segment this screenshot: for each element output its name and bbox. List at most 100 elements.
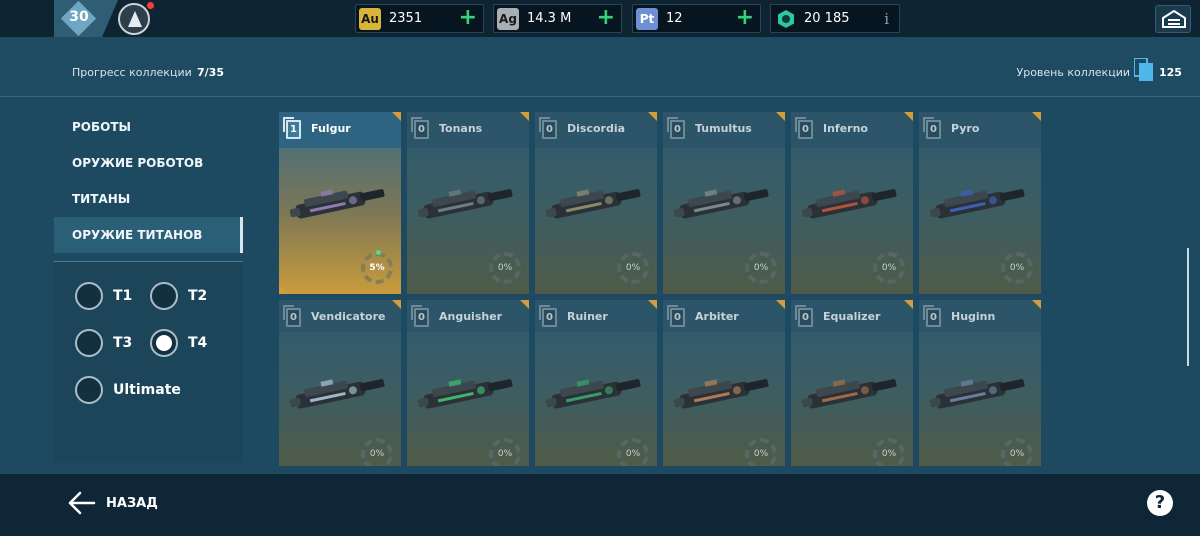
hangar-button[interactable] [1155, 5, 1191, 33]
back-arrow-icon[interactable] [68, 491, 96, 515]
tier-filter-ultimate[interactable]: Ultimate [75, 376, 225, 406]
help-button[interactable]: ? [1147, 490, 1173, 516]
platinum-icon: Pt [636, 8, 658, 30]
menu-item-titan-weapons[interactable]: ОРУЖИЕ ТИТАНОВ [54, 217, 243, 253]
tier-filter-t1[interactable]: T1 [75, 282, 145, 312]
card-count-badge: 0 [923, 305, 941, 327]
weapon-grid: 1 Fulgur 5% 0 Tonans 0% 0 Discordia 0% 0 Tumultus 0… [279, 112, 1042, 466]
weapon-image [545, 379, 641, 409]
weapon-card[interactable]: 0 Vendicatore 0% [279, 300, 401, 466]
weapon-name: Tumultus [695, 122, 752, 135]
weapon-card[interactable]: 0 Inferno 0% [791, 112, 913, 294]
tier-t3-radio[interactable] [75, 329, 103, 357]
add-platinum-button[interactable]: + [736, 6, 754, 30]
currency-gold: Au 2351 + [355, 4, 484, 33]
tier-corner-marker [392, 300, 401, 309]
add-gold-button[interactable]: + [459, 6, 477, 30]
category-sidebar: РОБОТЫ ОРУЖИЕ РОБОТОВ ТИТАНЫ ОРУЖИЕ ТИТА… [54, 108, 243, 463]
card-progress-value: 0% [625, 449, 641, 459]
currency-silver: Ag 14.3 M + [493, 4, 622, 33]
progress-indicator-dot [376, 250, 381, 255]
card-count-badge: 0 [795, 117, 813, 139]
collection-header: Прогресс коллекции 7/35 Уровень коллекци… [0, 37, 1200, 97]
menu-item-titans[interactable]: ТИТАНЫ [54, 181, 243, 217]
tier-filter-t3[interactable]: T3 [75, 329, 145, 359]
collection-level-value: 125 [1159, 66, 1182, 79]
tier-corner-marker [776, 300, 785, 309]
weapon-card[interactable]: 0 Arbiter 0% [663, 300, 785, 466]
weapon-card[interactable]: 0 Anguisher 0% [407, 300, 529, 466]
tier-t1-radio[interactable] [75, 282, 103, 310]
weapon-image [801, 189, 897, 219]
tier-corner-marker [279, 285, 288, 294]
rank-emblem-icon[interactable] [118, 3, 150, 35]
gold-value: 2351 [389, 11, 423, 26]
card-count-badge: 0 [539, 305, 557, 327]
tier-filter-panel: T1 T2 T3 T4 Ultimate [54, 262, 243, 463]
weapon-image [673, 379, 769, 409]
weapon-image [417, 379, 513, 409]
tier-t3-label: T3 [113, 335, 133, 351]
info-button[interactable]: i [884, 10, 889, 28]
card-progress-value: 0% [753, 449, 769, 459]
card-progress-value: 0% [369, 449, 385, 459]
weapon-name: Arbiter [695, 310, 739, 323]
weapon-card[interactable]: 1 Fulgur 5% [279, 112, 401, 294]
tier-corner-marker [1032, 300, 1041, 309]
tier-corner-marker [776, 112, 785, 121]
silver-value: 14.3 M [527, 11, 572, 26]
tier-corner-marker [520, 300, 529, 309]
card-progress-value: 0% [1009, 263, 1025, 273]
weapon-image [673, 189, 769, 219]
card-progress-value: 0% [497, 449, 513, 459]
premium-value: 20 185 [804, 11, 850, 26]
player-level-value: 30 [69, 9, 89, 25]
weapon-name: Huginn [951, 310, 996, 323]
weapon-card[interactable]: 0 Pyro 0% [919, 112, 1041, 294]
weapon-card[interactable]: 0 Tonans 0% [407, 112, 529, 294]
collection-progress-label: Прогресс коллекции [72, 66, 192, 79]
weapon-image [289, 189, 385, 219]
weapon-name: Ruiner [567, 310, 608, 323]
hex-token-icon [778, 10, 794, 28]
tier-corner-marker [1032, 112, 1041, 121]
weapon-name: Anguisher [439, 310, 503, 323]
card-progress-value: 0% [1009, 449, 1025, 459]
tier-t4-radio[interactable] [150, 329, 178, 357]
card-count-badge: 0 [283, 305, 301, 327]
add-silver-button[interactable]: + [597, 6, 615, 30]
back-button[interactable]: НАЗАД [106, 496, 158, 511]
card-progress-value: 5% [369, 263, 385, 273]
tier-t1-label: T1 [113, 288, 133, 304]
notification-dot [147, 2, 154, 9]
tier-t2-label: T2 [188, 288, 208, 304]
weapon-card[interactable]: 0 Huginn 0% [919, 300, 1041, 466]
currency-premium: 20 185 i [770, 4, 900, 33]
weapon-image [801, 379, 897, 409]
grid-scrollbar[interactable] [1187, 248, 1189, 366]
menu-item-robot-weapons[interactable]: ОРУЖИЕ РОБОТОВ [54, 145, 243, 181]
card-progress-value: 0% [497, 263, 513, 273]
weapon-name: Tonans [439, 122, 483, 135]
tier-t4-label: T4 [188, 335, 208, 351]
weapon-card[interactable]: 0 Tumultus 0% [663, 112, 785, 294]
card-count-badge: 0 [411, 117, 429, 139]
currency-platinum: Pt 12 + [632, 4, 761, 33]
card-count-badge: 0 [795, 305, 813, 327]
tier-corner-marker [648, 112, 657, 121]
card-count-badge: 0 [667, 305, 685, 327]
weapon-card[interactable]: 0 Equalizer 0% [791, 300, 913, 466]
menu-item-robots[interactable]: РОБОТЫ [54, 109, 243, 145]
tier-filter-t2[interactable]: T2 [150, 282, 220, 312]
weapon-name: Discordia [567, 122, 626, 135]
card-count-badge: 0 [539, 117, 557, 139]
tier-filter-t4[interactable]: T4 [150, 329, 220, 359]
tier-ultimate-radio[interactable] [75, 376, 103, 404]
weapon-image [929, 189, 1025, 219]
weapon-card[interactable]: 0 Discordia 0% [535, 112, 657, 294]
card-progress-value: 0% [881, 263, 897, 273]
tier-t2-radio[interactable] [150, 282, 178, 310]
weapon-card[interactable]: 0 Ruiner 0% [535, 300, 657, 466]
footer-bar: НАЗАД ? [0, 474, 1200, 536]
collection-progress-value: 7/35 [197, 66, 224, 79]
